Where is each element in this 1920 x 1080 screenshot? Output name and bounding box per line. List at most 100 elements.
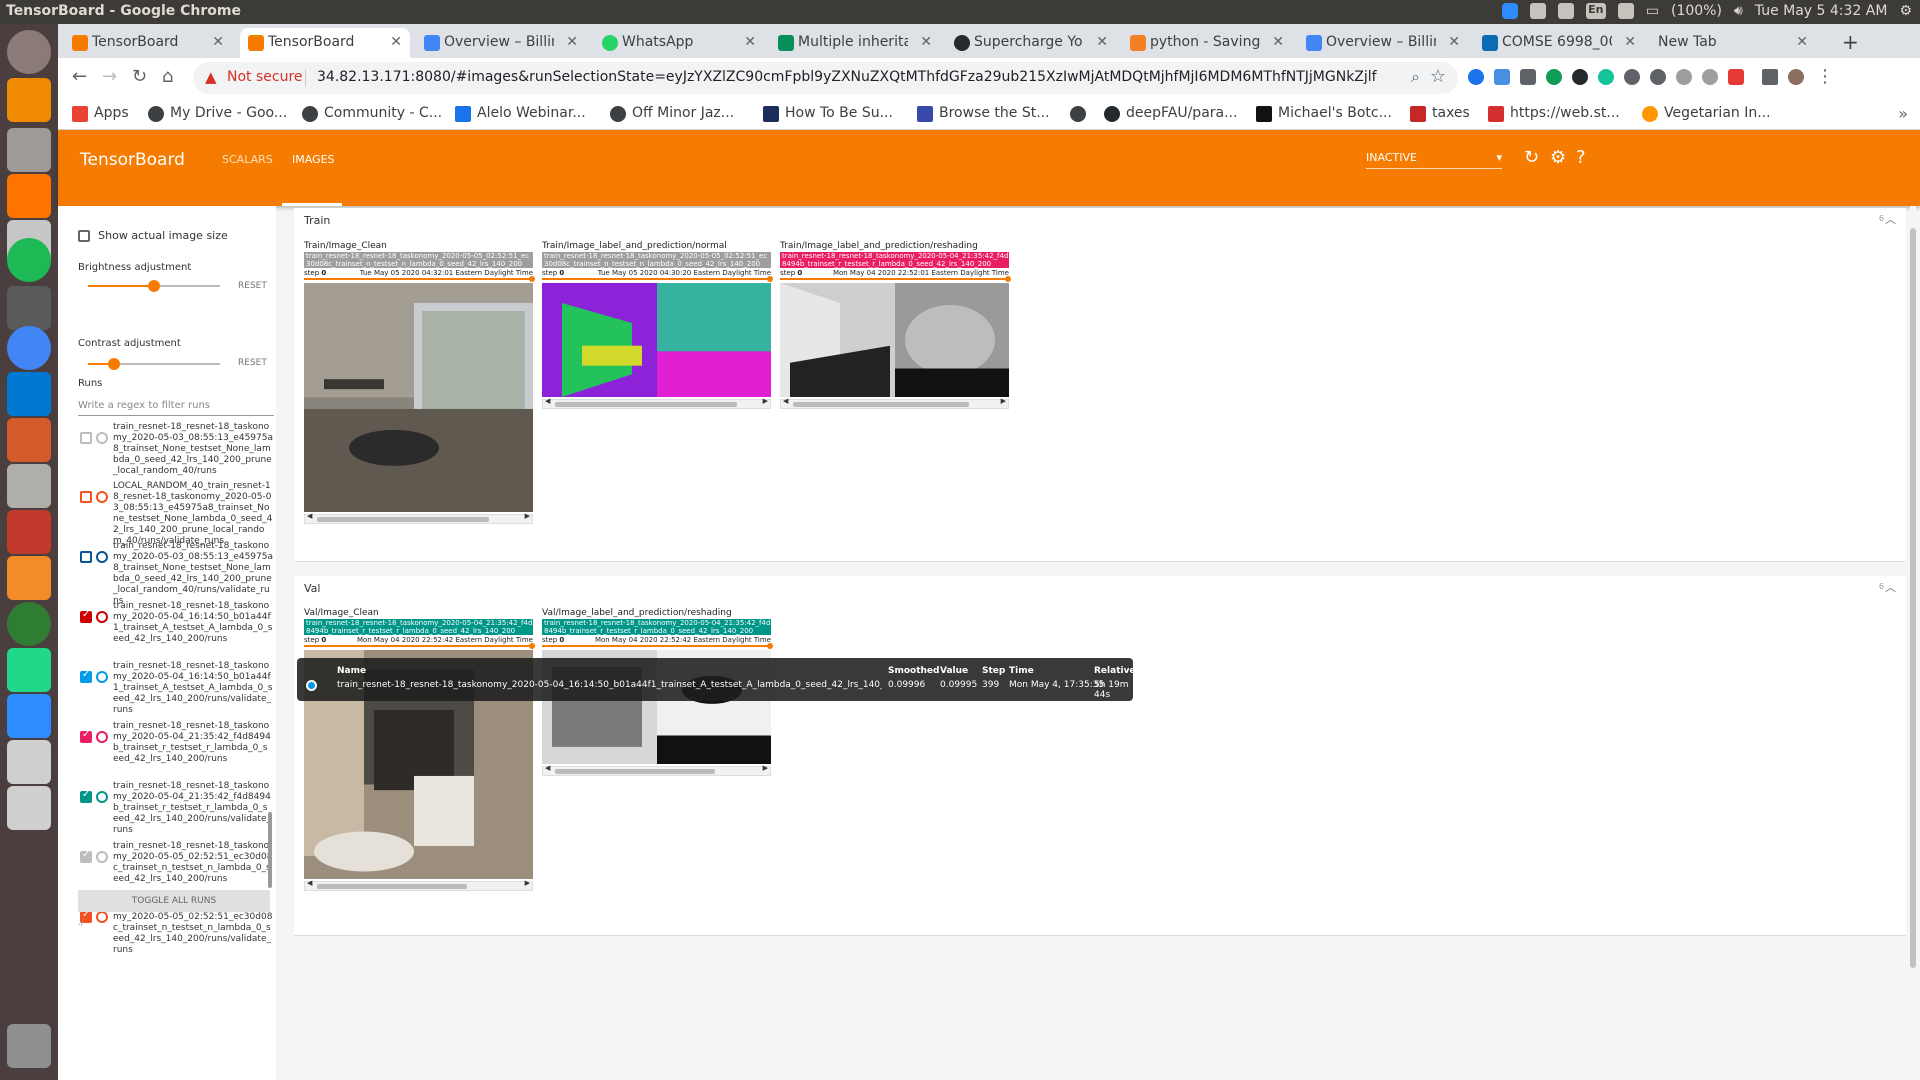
- zoom-tray-icon[interactable]: [1501, 3, 1518, 19]
- run-color-radio[interactable]: [96, 551, 108, 563]
- keyboard-language-icon[interactable]: En: [1585, 3, 1606, 19]
- browser-tab[interactable]: Supercharge Yo ✕: [946, 28, 1116, 58]
- step-slider[interactable]: [542, 276, 773, 282]
- scroll-left-icon[interactable]: ◀: [545, 397, 550, 405]
- bookmark-item[interactable]: deepFAU/para...: [1104, 105, 1237, 122]
- zoom-app-icon[interactable]: [7, 694, 51, 738]
- settings-tools-icon[interactable]: [7, 418, 51, 462]
- browser-tab[interactable]: WhatsApp ✕: [594, 28, 764, 58]
- run-row[interactable]: train_resnet-18_resnet-18_taskonomy_2020…: [78, 781, 274, 836]
- scroll-right-icon[interactable]: ▶: [525, 512, 530, 520]
- globe-app-icon[interactable]: [7, 602, 51, 646]
- menu-kebab-icon[interactable]: ⋮: [1816, 66, 1834, 87]
- wifi-icon[interactable]: [1557, 3, 1574, 19]
- close-tab-icon[interactable]: ✕: [390, 28, 402, 56]
- pycharm-icon[interactable]: [7, 648, 51, 692]
- browser-tab[interactable]: Multiple inherita ✕: [770, 28, 940, 58]
- browser-tab[interactable]: Overview – Billin ✕: [1298, 28, 1468, 58]
- close-tab-icon[interactable]: ✕: [1096, 28, 1108, 56]
- step-slider-knob[interactable]: [767, 643, 773, 649]
- run-color-radio[interactable]: [96, 671, 108, 683]
- bookmark-item[interactable]: Vegetarian In...: [1642, 105, 1771, 122]
- profile-avatar[interactable]: [1788, 69, 1804, 85]
- image-hscrollbar[interactable]: ◀ ▶: [304, 512, 533, 524]
- browser-tab-active[interactable]: TensorBoard ✕: [240, 28, 410, 58]
- run-row[interactable]: train_resnet-18_resnet-18_taskonomy_2020…: [78, 841, 274, 896]
- bookmarks-overflow-icon[interactable]: »: [1898, 104, 1908, 123]
- extension-icon[interactable]: [1702, 69, 1718, 85]
- network-grid-icon[interactable]: [1529, 3, 1546, 19]
- bookmark-apps[interactable]: Apps: [72, 105, 129, 122]
- step-slider[interactable]: [542, 643, 773, 649]
- image-hscrollbar[interactable]: ◀ ▶: [780, 397, 1009, 409]
- brightness-slider[interactable]: [88, 280, 220, 292]
- brightness-knob[interactable]: [148, 280, 160, 292]
- scroll-right-icon[interactable]: ▶: [763, 764, 768, 772]
- run-color-radio[interactable]: [96, 791, 108, 803]
- step-slider[interactable]: [304, 276, 535, 282]
- trash-icon[interactable]: [7, 1024, 51, 1068]
- image-hscrollbar[interactable]: ◀ ▶: [542, 764, 771, 776]
- ubuntu-home-icon[interactable]: [7, 30, 51, 74]
- drive-icon[interactable]: [7, 740, 51, 784]
- nav-tab-scalars[interactable]: SCALARS: [222, 153, 273, 166]
- run-row[interactable]: train_resnet-18_resnet-18_taskonomy_2020…: [78, 601, 274, 656]
- settings-gear-icon[interactable]: ⚙: [1550, 147, 1566, 168]
- browser-tab[interactable]: TensorBoard ✕: [64, 28, 232, 58]
- show-actual-size-toggle[interactable]: Show actual image size: [78, 228, 228, 243]
- bookmark-item[interactable]: Alelo Webinar...: [455, 105, 586, 122]
- browser-tab[interactable]: python - Saving ✕: [1122, 28, 1292, 58]
- run-color-radio[interactable]: [96, 911, 108, 923]
- scroll-left-icon[interactable]: ◀: [307, 512, 312, 520]
- run-row[interactable]: train_resnet-18_resnet-18_taskonomy_2020…: [78, 661, 274, 716]
- drive-2-icon[interactable]: [7, 786, 51, 830]
- bookmark-item[interactable]: Off Minor Jaz...: [610, 105, 734, 122]
- github-extension-icon[interactable]: [1572, 69, 1588, 85]
- inactive-plugins-select[interactable]: INACTIVE ▾: [1366, 151, 1502, 169]
- browser-tab[interactable]: New Tab ✕: [1648, 28, 1816, 58]
- forward-arrow-icon[interactable]: →: [102, 66, 117, 87]
- run-checkbox[interactable]: [80, 551, 92, 563]
- bookmark-item[interactable]: taxes: [1410, 105, 1470, 122]
- close-tab-icon[interactable]: ✕: [1796, 28, 1808, 56]
- close-tab-icon[interactable]: ✕: [744, 28, 756, 56]
- refresh-icon[interactable]: ↻: [1524, 147, 1539, 168]
- close-tab-icon[interactable]: ✕: [1272, 28, 1284, 56]
- bluetooth-icon[interactable]: [1617, 3, 1634, 19]
- browser-tab[interactable]: Overview – Billin ✕: [416, 28, 586, 58]
- grammarly-icon[interactable]: [1598, 69, 1614, 85]
- software-center-icon[interactable]: [7, 174, 51, 218]
- scroll-left-icon[interactable]: ◀: [307, 879, 312, 887]
- not-secure-label[interactable]: Not secure: [227, 69, 303, 85]
- step-slider-knob[interactable]: [529, 643, 535, 649]
- extension-icon[interactable]: [1650, 69, 1666, 85]
- run-filter-input[interactable]: Write a regex to filter runs: [78, 400, 274, 416]
- step-slider[interactable]: [780, 276, 1011, 282]
- terminal-app-icon[interactable]: [7, 510, 51, 554]
- vlc-icon[interactable]: [7, 78, 51, 122]
- run-row[interactable]: LOCAL_RANDOM_40_train_resnet-18_resnet-1…: [78, 481, 274, 546]
- close-tab-icon[interactable]: ✕: [566, 28, 578, 56]
- volume-icon[interactable]: 🔊︎: [1734, 3, 1743, 19]
- new-tab-button[interactable]: +: [1842, 30, 1859, 54]
- close-tab-icon[interactable]: ✕: [1448, 28, 1460, 56]
- extension-icon[interactable]: [1494, 69, 1510, 85]
- mixer-app-icon[interactable]: [7, 128, 51, 172]
- search-icon[interactable]: ⌕: [1411, 67, 1420, 87]
- close-tab-icon[interactable]: ✕: [920, 28, 932, 56]
- bookmark-item[interactable]: https://web.st...: [1488, 105, 1620, 122]
- run-color-radio[interactable]: [96, 491, 108, 503]
- sidebar-scrollbar[interactable]: [268, 812, 272, 888]
- collapse-chevron-icon[interactable]: ︿: [1885, 211, 1896, 227]
- extension-icon[interactable]: [1468, 69, 1484, 85]
- step-slider[interactable]: [304, 643, 535, 649]
- step-slider-knob[interactable]: [767, 276, 773, 282]
- run-checkbox[interactable]: [80, 849, 92, 863]
- reload-icon[interactable]: ↻: [132, 66, 147, 87]
- bookmark-item[interactable]: Community - C...: [302, 105, 442, 122]
- collapse-chevron-icon[interactable]: ︿: [1885, 579, 1896, 595]
- brightness-reset-button[interactable]: RESET: [238, 281, 267, 291]
- home-icon[interactable]: ⌂: [162, 66, 173, 87]
- step-slider-knob[interactable]: [529, 276, 535, 282]
- image-hscrollbar[interactable]: ◀ ▶: [304, 879, 533, 891]
